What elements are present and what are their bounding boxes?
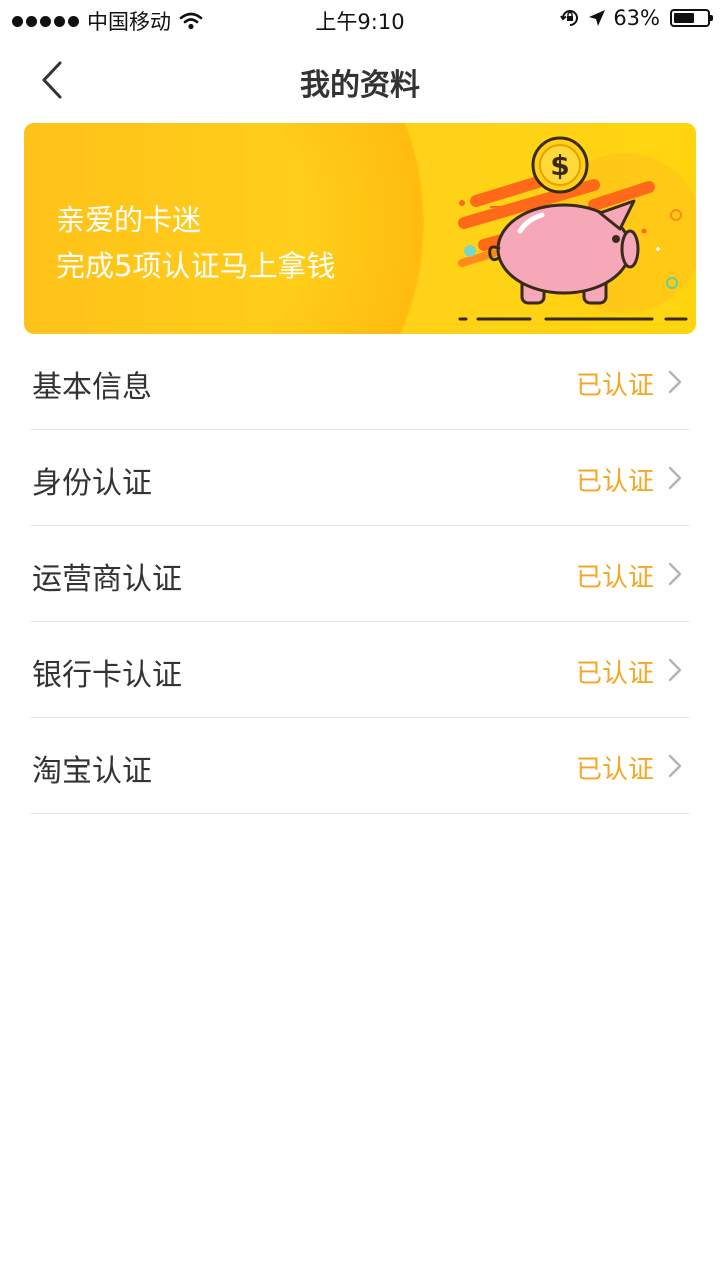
chevron-right-icon [668, 562, 682, 586]
nav-bar: 我的资料 [0, 40, 720, 122]
chevron-right-icon [668, 754, 682, 778]
banner-line-1: 亲爱的卡迷 [56, 203, 202, 237]
status-badge: 已认证 [575, 371, 654, 401]
item-label: 运营商认证 [32, 562, 182, 597]
item-label: 基本信息 [32, 370, 152, 405]
page-title: 我的资料 [300, 68, 420, 103]
banner-line-2: 完成5项认证马上拿钱 [56, 249, 336, 283]
item-label: 身份认证 [32, 466, 152, 501]
banner-text: 亲爱的卡迷 完成5项认证马上拿钱 [56, 197, 335, 289]
status-badge: 已认证 [575, 659, 654, 689]
list-item-bank-card[interactable]: 银行卡认证 已认证 [30, 622, 690, 718]
location-arrow-icon [589, 10, 606, 26]
status-bar: 中国移动 上午9:10 63% [0, 0, 720, 40]
status-badge: 已认证 [575, 467, 654, 497]
chevron-right-icon [668, 658, 682, 682]
list-item-basic-info[interactable]: 基本信息 已认证 [30, 334, 690, 430]
status-badge: 已认证 [575, 563, 654, 593]
item-label: 银行卡认证 [32, 658, 182, 693]
piggy-bank-illustration: $ [458, 136, 696, 321]
chevron-right-icon [668, 466, 682, 490]
chevron-right-icon [668, 370, 682, 394]
svg-text:$: $ [550, 149, 569, 182]
list-item-carrier[interactable]: 运营商认证 已认证 [30, 526, 690, 622]
battery-icon [670, 9, 713, 27]
battery-percent: 63% [613, 6, 660, 30]
verification-list: 基本信息 已认证 身份认证 已认证 运营商认证 已认证 银行卡认证 已认证 淘宝… [30, 334, 690, 814]
status-right: 63% [559, 6, 713, 30]
promo-banner[interactable]: 亲爱的卡迷 完成5项认证马上拿钱 $ [24, 123, 696, 334]
status-badge: 已认证 [575, 755, 654, 785]
list-item-taobao[interactable]: 淘宝认证 已认证 [30, 718, 690, 814]
orientation-lock-icon [560, 10, 579, 26]
list-item-identity[interactable]: 身份认证 已认证 [30, 430, 690, 526]
battery-fill [674, 13, 695, 23]
item-label: 淘宝认证 [32, 754, 152, 789]
